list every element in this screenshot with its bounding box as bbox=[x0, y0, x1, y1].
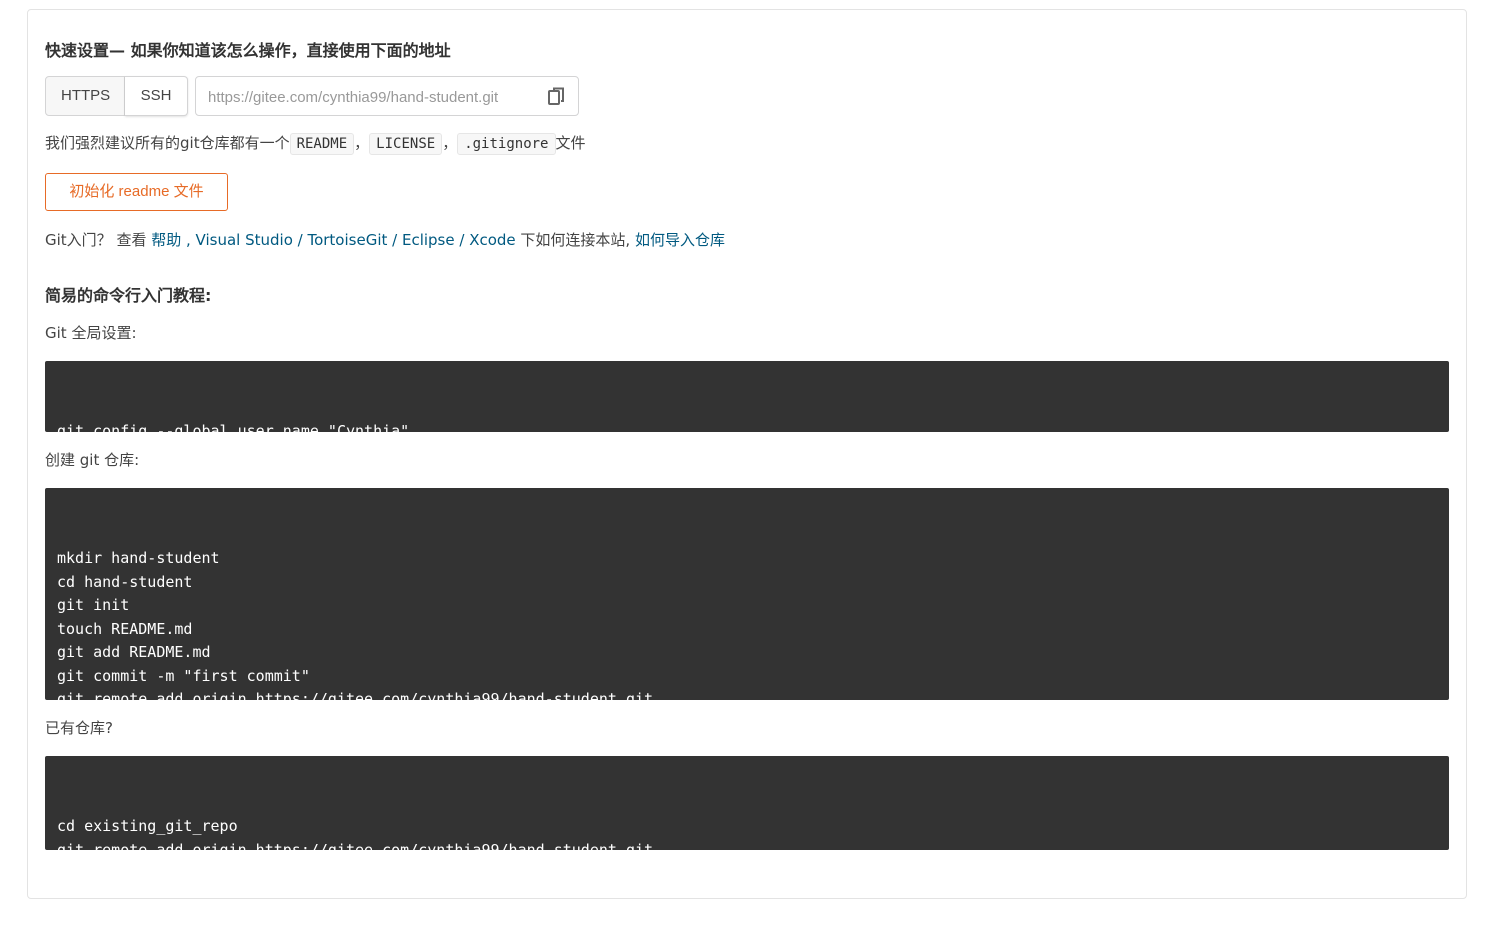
eclipse-link[interactable]: Eclipse bbox=[402, 231, 455, 249]
code-line: cd existing_git_repo bbox=[57, 817, 238, 835]
code-line: git commit -m "first commit" bbox=[57, 666, 310, 685]
code-line: cd hand-student bbox=[57, 572, 193, 591]
code-line: git config --global user.email "98651547… bbox=[57, 445, 500, 464]
create-repo-code: mkdir hand-student cd hand-student git ini… bbox=[45, 488, 1449, 732]
code-line: git add README.md bbox=[57, 643, 211, 661]
suggest-suffix: 文件 bbox=[555, 134, 586, 152]
import-repo-link[interactable]: 如何导入仓库 bbox=[635, 231, 725, 249]
suggest-sep1: ， bbox=[354, 134, 370, 152]
code-line: git push -u origin "master" bbox=[57, 864, 301, 882]
readme-chip: README bbox=[289, 132, 355, 155]
suggest-prefix: 我们强烈建议所有的git仓库都有一个 bbox=[45, 134, 290, 152]
quick-setup-title: 快速设置— 如果你知道该怎么操作，直接使用下面的地址 bbox=[45, 41, 451, 60]
code-line: git remote add origin https://gitee.com/… bbox=[57, 690, 654, 708]
code-line: touch README.md bbox=[57, 619, 193, 638]
code-line: git push -u origin "master" bbox=[57, 713, 301, 732]
create-repo-label: 创建 git 仓库: bbox=[45, 451, 140, 469]
global-settings-label: Git 全局设置: bbox=[45, 324, 137, 342]
suggest-sep2: ， bbox=[442, 134, 458, 152]
xcode-link[interactable]: Xcode bbox=[469, 231, 515, 249]
help-sep1: / bbox=[292, 231, 308, 249]
gitignore-chip: .gitignore bbox=[457, 132, 556, 155]
existing-repo-code: cd existing_git_repogit remote add origi… bbox=[45, 756, 1449, 882]
copy-icon[interactable] bbox=[548, 87, 566, 107]
existing-repo-label: 已有仓库? bbox=[45, 719, 113, 737]
tortoisegit-link[interactable]: TortoiseGit bbox=[307, 231, 387, 249]
https-button[interactable]: HTTPS bbox=[45, 76, 125, 116]
repo-empty-panel: 快速设置— 如果你知道该怎么操作，直接使用下面的地址 HTTPS SSH 我们强… bbox=[27, 9, 1467, 899]
help-prefix: Git入门？ 查看 bbox=[45, 231, 152, 249]
help-link[interactable]: 帮助 bbox=[151, 231, 181, 249]
help-sep0: , bbox=[181, 231, 196, 249]
help-middle: 下如何连接本站, bbox=[515, 231, 635, 249]
clone-url-input[interactable] bbox=[208, 86, 532, 108]
protocol-toggle: HTTPS SSH bbox=[45, 76, 188, 116]
copy-icon-glyph bbox=[548, 87, 564, 105]
file-suggestion: 我们强烈建议所有的git仓库都有一个 README， LICENSE， .gitign… bbox=[45, 132, 586, 155]
code-line: git init bbox=[57, 596, 130, 614]
ssh-button[interactable]: SSH bbox=[125, 76, 188, 116]
code-line: git config --global user.name "Cynthia" bbox=[57, 422, 410, 440]
clone-url-row: HTTPS SSH bbox=[45, 76, 579, 116]
help-sep2: / bbox=[387, 231, 402, 249]
init-readme-button[interactable]: 初始化 readme 文件 bbox=[45, 173, 228, 211]
help-row: Git入门？ 查看 帮助 , Visual Studio / TortoiseG… bbox=[45, 229, 725, 250]
help-sep3: / bbox=[454, 231, 470, 249]
code-line: mkdir hand-student bbox=[57, 549, 220, 567]
visual-studio-link[interactable]: Visual Studio bbox=[196, 231, 293, 249]
clone-url-box bbox=[195, 76, 579, 116]
license-chip: LICENSE bbox=[369, 132, 443, 155]
code-line: git remote add origin https://gitee.com/… bbox=[57, 840, 654, 859]
tutorial-heading: 简易的命令行入门教程: bbox=[45, 286, 212, 305]
global-settings-code: git config --global user.name "Cynthia" g… bbox=[45, 361, 1449, 464]
